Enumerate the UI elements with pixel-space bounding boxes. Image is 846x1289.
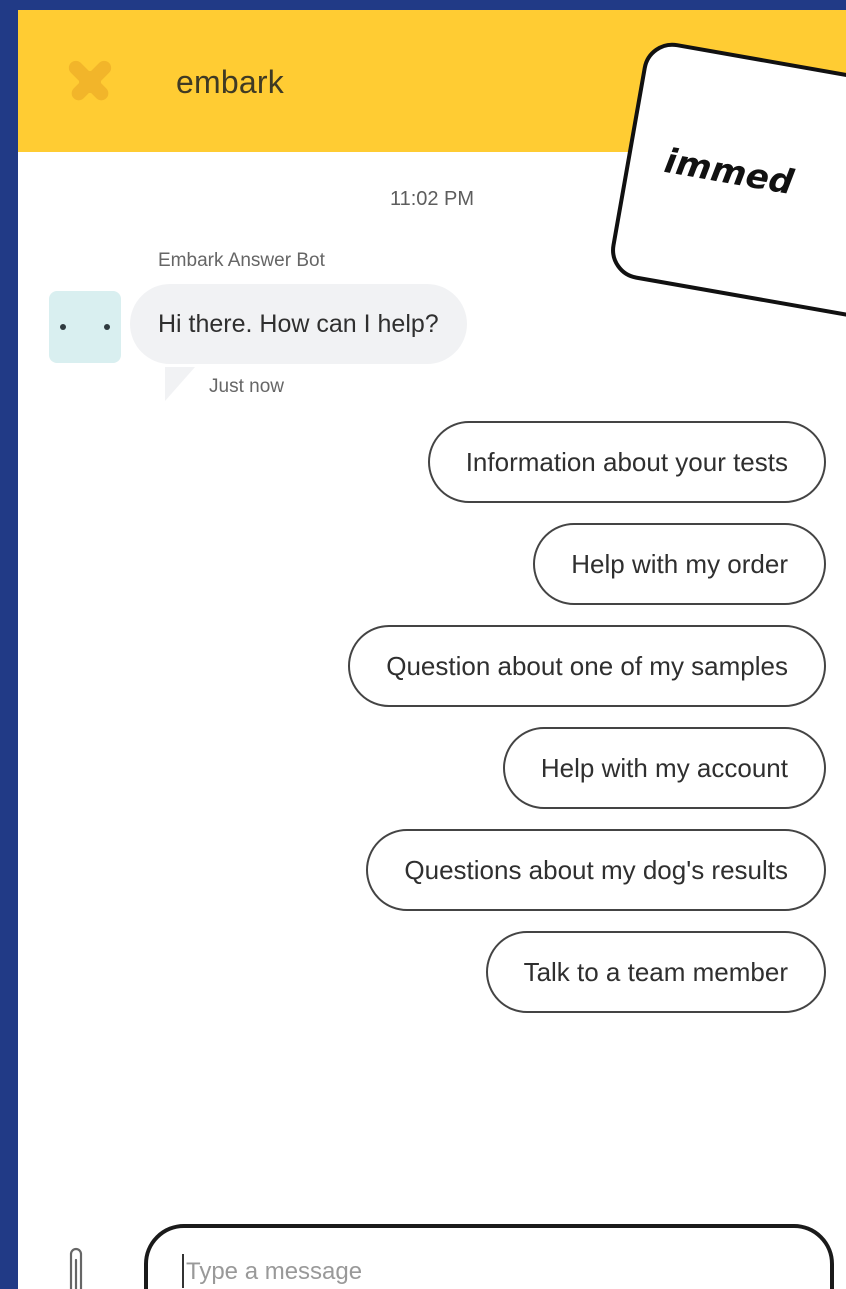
- quick-reply-sample-question[interactable]: Question about one of my samples: [348, 625, 826, 707]
- message-time: Just now: [209, 376, 284, 397]
- quick-reply-talk-to-team[interactable]: Talk to a team member: [485, 931, 826, 1013]
- text-caret: [182, 1254, 184, 1288]
- brand-name: embark: [176, 64, 284, 100]
- callout-text: immed: [661, 141, 797, 204]
- quick-reply-account-help[interactable]: Help with my account: [502, 727, 826, 809]
- avatar-dot: [60, 324, 66, 330]
- paperclip-icon[interactable]: [62, 1242, 90, 1289]
- embark-logo-icon: [68, 60, 112, 101]
- sender-name: Embark Answer Bot: [158, 250, 325, 271]
- bot-avatar: [49, 291, 121, 363]
- quick-reply-order-help[interactable]: Help with my order: [533, 523, 826, 605]
- bubble-tail: [165, 367, 195, 401]
- avatar-dot: [104, 324, 110, 330]
- quick-reply-dog-results[interactable]: Questions about my dog's results: [366, 829, 826, 911]
- message-input[interactable]: [186, 1252, 786, 1289]
- bot-message-bubble: Hi there. How can I help?: [130, 284, 467, 364]
- message-composer[interactable]: [144, 1224, 834, 1289]
- quick-reply-tests-info[interactable]: Information about your tests: [427, 421, 826, 503]
